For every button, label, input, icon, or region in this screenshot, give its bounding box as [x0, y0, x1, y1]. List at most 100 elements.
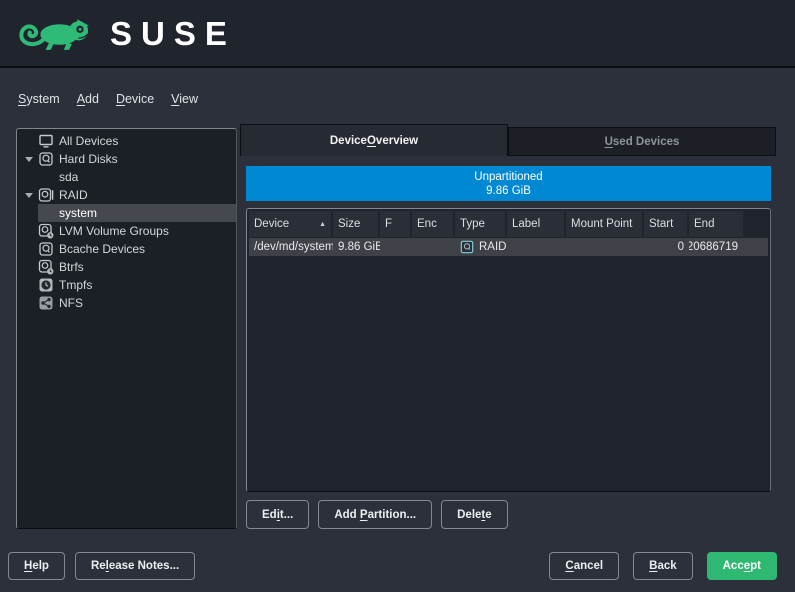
cell-label	[507, 238, 566, 256]
tree-item-content: Btrfs	[38, 258, 236, 276]
edit-button[interactable]: Edit...	[246, 500, 309, 529]
column-header-f[interactable]: F	[380, 211, 410, 237]
column-header-label: End	[694, 218, 714, 230]
column-header-label: Start	[649, 218, 673, 230]
cell-f	[380, 238, 412, 256]
suse-chameleon-icon	[14, 9, 102, 57]
expander-icon[interactable]	[20, 150, 38, 168]
expander-icon[interactable]	[20, 186, 38, 204]
column-header-enc[interactable]: Enc	[412, 211, 453, 237]
column-header-type[interactable]: Type	[455, 211, 505, 237]
tree-item-label: All Devices	[59, 134, 118, 148]
accept-button[interactable]: Accept	[707, 552, 777, 580]
sidebar-item-all-devices[interactable]: All Devices	[20, 132, 236, 150]
tree-item-label: system	[59, 206, 97, 220]
nfs-icon	[38, 295, 54, 311]
add-partition-button[interactable]: Add Partition...	[318, 500, 432, 529]
usage-bar-title: Unpartitioned	[474, 170, 542, 184]
chevron-down-icon	[25, 193, 33, 198]
footer-left-buttons: Help Release Notes...	[8, 552, 195, 580]
tree-indent	[20, 276, 38, 294]
tree-item-label: Btrfs	[59, 260, 84, 274]
tab-used-devices[interactable]: Used Devices	[508, 127, 776, 156]
sidebar-item-tmpfs[interactable]: Tmpfs	[20, 276, 236, 294]
chevron-down-icon	[25, 157, 33, 162]
top-banner: SUSE	[0, 0, 795, 68]
sidebar-item-lvm-volume-groups[interactable]: LVM Volume Groups	[20, 222, 236, 240]
partitions-table: Device▲ Size F Enc Type Label Mount Point Start…	[246, 208, 771, 492]
column-header-size[interactable]: Size	[333, 211, 378, 237]
help-button[interactable]: Help	[8, 552, 65, 580]
column-header-mount-point[interactable]: Mount Point	[566, 211, 642, 237]
menu-device[interactable]: Device	[116, 92, 154, 106]
cell-value: 9.86 GiB	[338, 241, 380, 253]
computer-icon	[38, 133, 54, 149]
suse-logo: SUSE	[14, 9, 236, 57]
table-header-row: Device▲ Size F Enc Type Label Mount Point Start…	[249, 211, 768, 237]
sidebar-item-hard-disks[interactable]: Hard Disks	[20, 150, 236, 168]
tree-item-content: sda	[38, 168, 236, 186]
sidebar-item-btrfs[interactable]: Btrfs	[20, 258, 236, 276]
raid-icon	[38, 187, 54, 203]
lvm-volume-groups-icon	[38, 223, 54, 239]
unpartitioned-usage-bar: Unpartitioned 9.86 GiB	[246, 166, 771, 201]
table-body: /dev/md/system 9.86 GiB RAID 0 20686719	[249, 238, 768, 256]
menu-view[interactable]: View	[171, 92, 198, 106]
column-header-label: Label	[512, 218, 540, 230]
cell-start: 0	[644, 238, 689, 256]
sidebar-item-bcache-devices[interactable]: Bcache Devices	[20, 240, 236, 258]
table-action-buttons: Edit... Add Partition... Delete	[246, 500, 508, 529]
raid-device-icon	[460, 240, 474, 254]
sidebar-item-sda[interactable]: sda	[20, 168, 236, 186]
cell-value: RAID	[479, 241, 506, 253]
tab-device-overview[interactable]: Device Overview	[240, 124, 508, 156]
cell-value: 20686719	[689, 241, 738, 253]
cancel-button[interactable]: Cancel	[549, 552, 619, 580]
column-header-label: Size	[338, 218, 360, 230]
tree-item-label: Bcache Devices	[59, 242, 145, 256]
tree-item-content: Bcache Devices	[38, 240, 236, 258]
cell-mount-point	[566, 238, 644, 256]
column-header-start[interactable]: Start	[644, 211, 687, 237]
cell-value: 0	[678, 241, 684, 253]
usage-bar-size: 9.86 GiB	[486, 184, 531, 198]
column-header-label: Mount Point	[571, 218, 632, 230]
cell-enc	[412, 238, 455, 256]
column-header-label: Type	[460, 218, 485, 230]
tmpfs-icon	[38, 277, 54, 293]
tree-item-content: system	[38, 204, 236, 222]
column-header-label: F	[385, 218, 392, 230]
btrfs-icon	[38, 259, 54, 275]
back-button[interactable]: Back	[633, 552, 693, 580]
release-notes-button[interactable]: Release Notes...	[75, 552, 195, 580]
menu-system[interactable]: System	[18, 92, 60, 106]
suse-wordmark: SUSE	[110, 17, 236, 50]
tree-indent	[20, 204, 38, 222]
cell-end: 20686719	[689, 238, 743, 256]
tree-item-content: Hard Disks	[38, 150, 236, 168]
cell-type: RAID	[455, 238, 507, 256]
tree-item-label: Tmpfs	[59, 278, 92, 292]
sidebar-item-nfs[interactable]: NFS	[20, 294, 236, 312]
column-header-device[interactable]: Device▲	[249, 211, 331, 237]
tree-item-content: NFS	[38, 294, 236, 312]
tab-bar: Device OverviewUsed Devices	[240, 124, 776, 156]
column-header-label[interactable]: Label	[507, 211, 564, 237]
sidebar-item-system[interactable]: system	[20, 204, 236, 222]
menu-add[interactable]: Add	[77, 92, 99, 106]
table-row[interactable]: /dev/md/system 9.86 GiB RAID 0 20686719	[249, 238, 768, 256]
tree-indent	[20, 258, 38, 276]
hard-disk-icon	[38, 151, 54, 167]
sidebar-item-raid[interactable]: RAID	[20, 186, 236, 204]
tree-indent	[20, 240, 38, 258]
tree-item-label: LVM Volume Groups	[59, 224, 169, 238]
tree-item-label: Hard Disks	[59, 152, 118, 166]
column-header-label: Enc	[417, 218, 437, 230]
bcache-devices-icon	[38, 241, 54, 257]
tree-item-content: Tmpfs	[38, 276, 236, 294]
delete-button[interactable]: Delete	[441, 500, 508, 529]
column-header-end[interactable]: End	[689, 211, 743, 237]
tree-item-content: All Devices	[38, 132, 236, 150]
cell-size: 9.86 GiB	[333, 238, 380, 256]
cell-device: /dev/md/system	[249, 238, 333, 256]
